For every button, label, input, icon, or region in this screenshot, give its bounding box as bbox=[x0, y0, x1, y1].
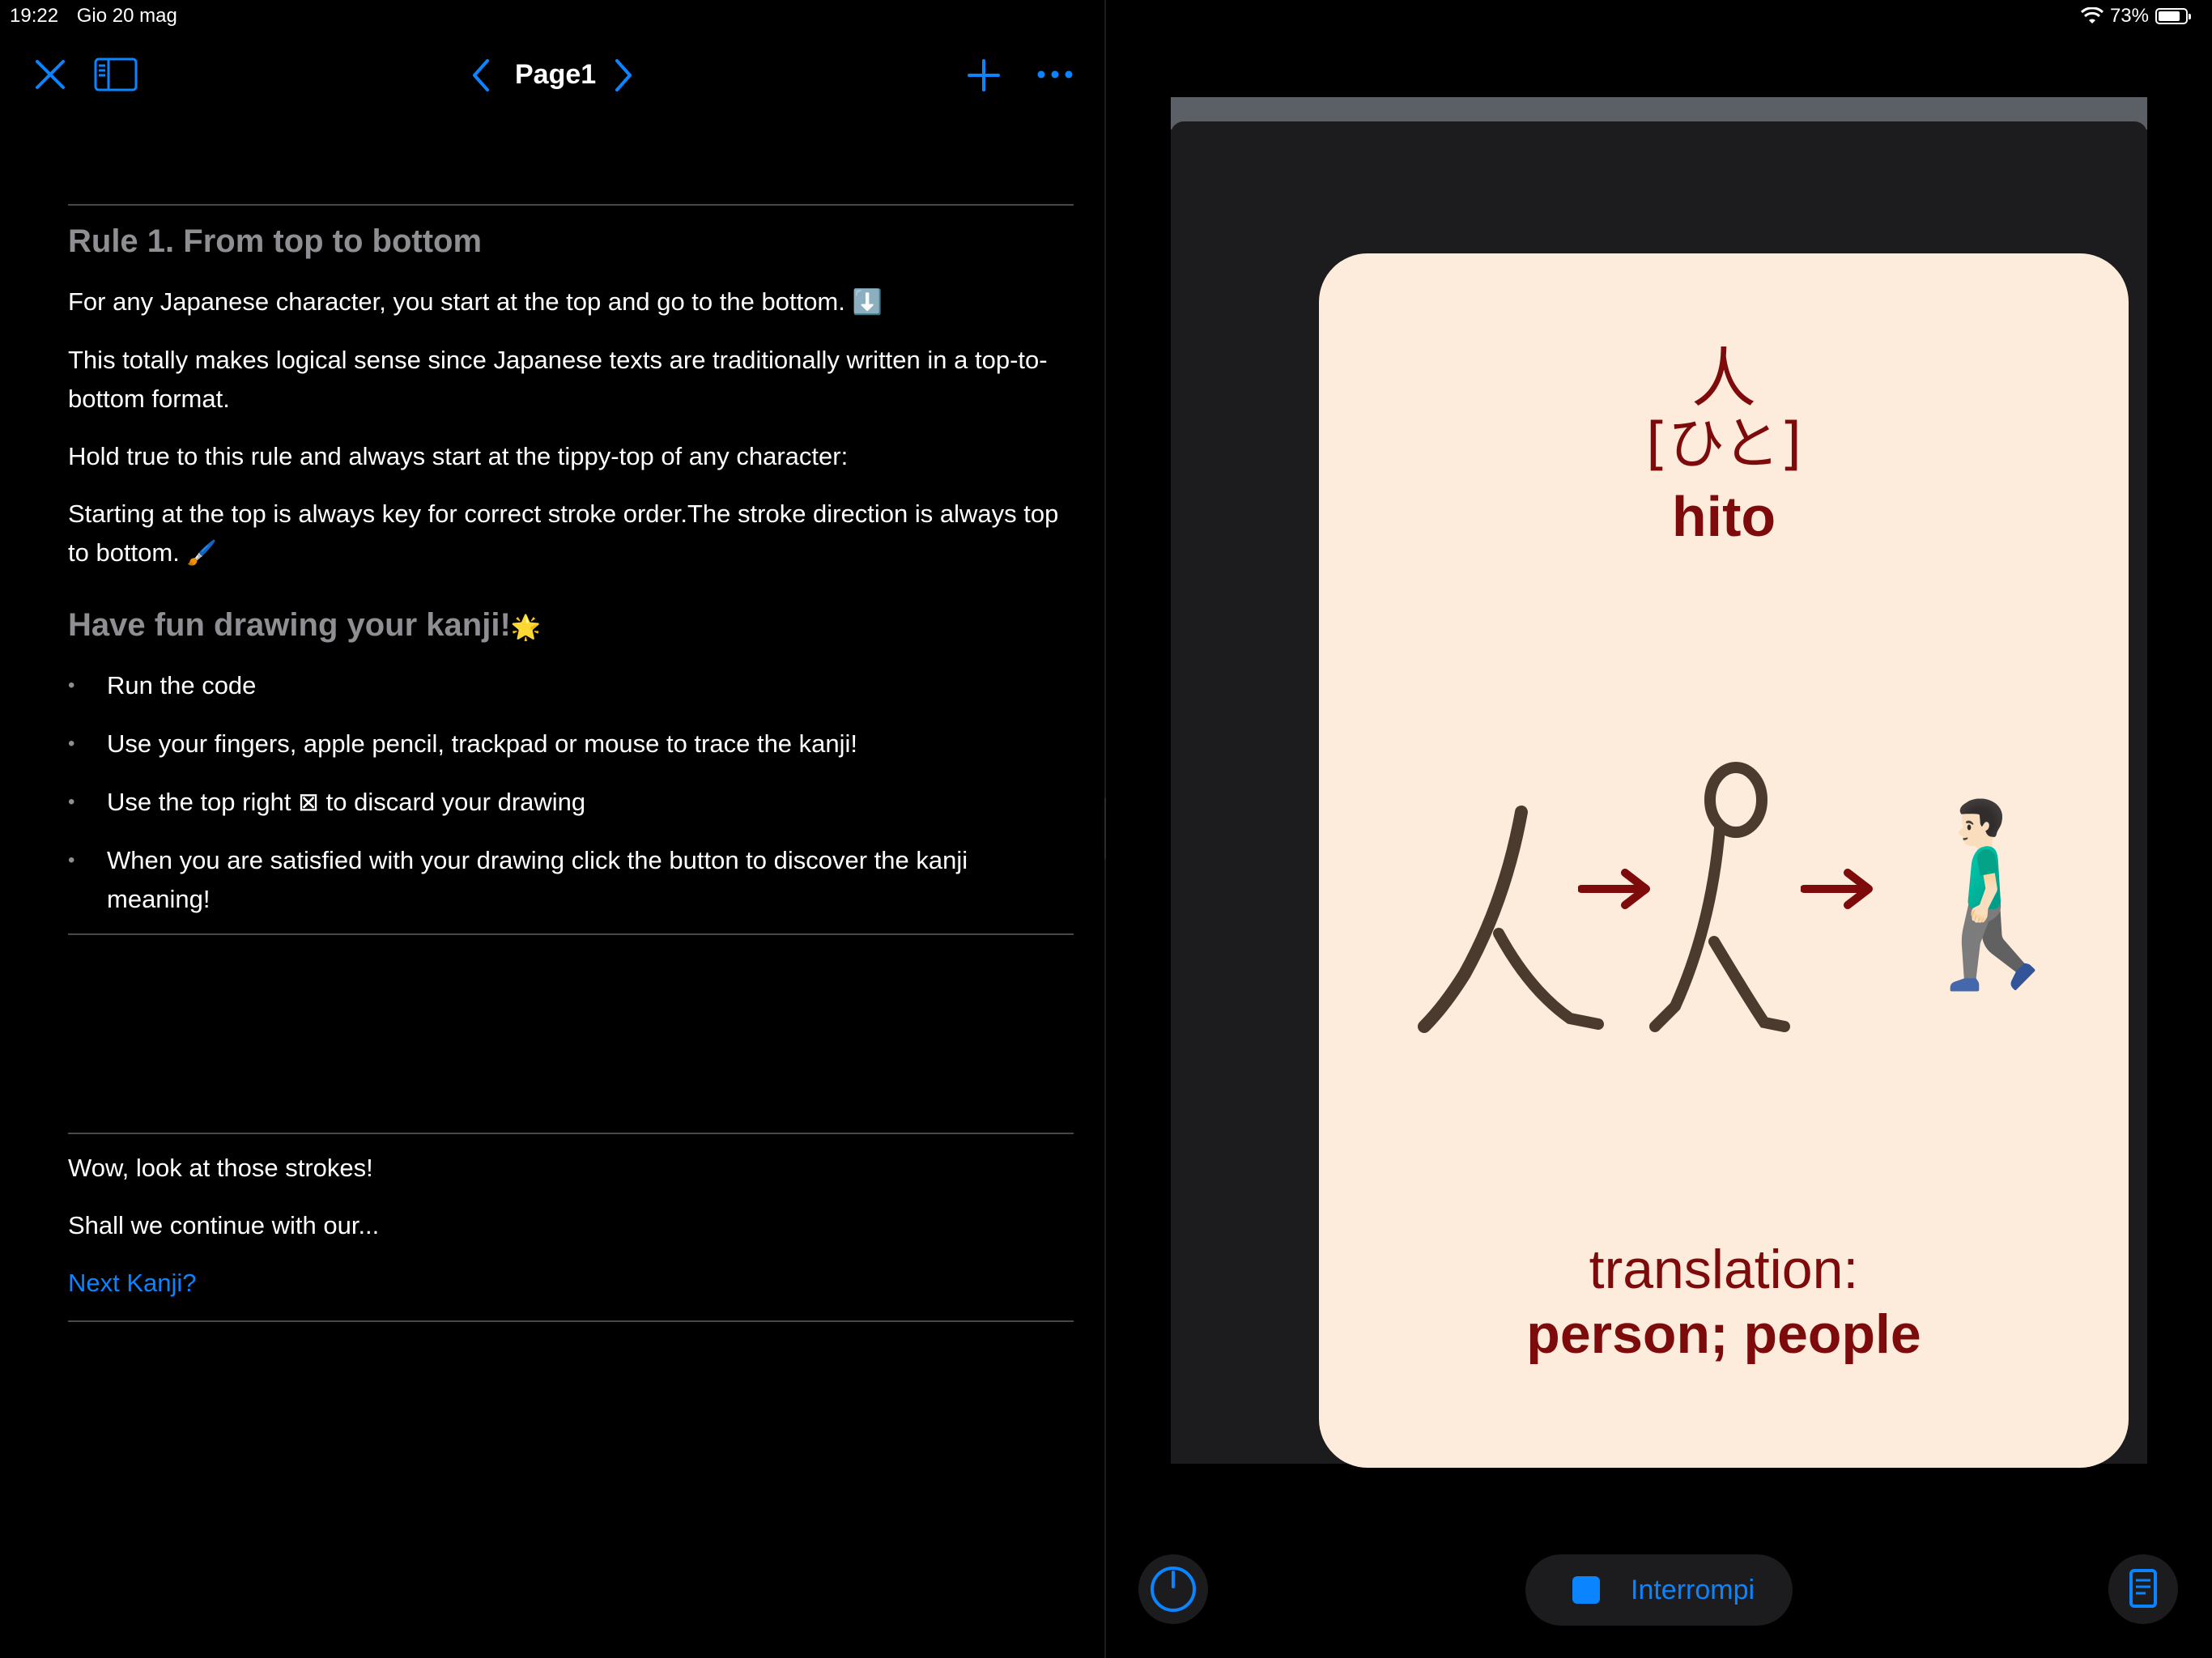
kanji-character: 人 bbox=[1691, 341, 1756, 416]
heading-rule1: Rule 1. From top to bottom bbox=[68, 223, 483, 259]
stick-figure-icon bbox=[1649, 762, 1790, 1032]
divider-rule bbox=[68, 1133, 1074, 1134]
divider-rule bbox=[68, 1320, 1074, 1322]
kanji-reading: [ひと] bbox=[1645, 410, 1802, 477]
outro-1: Wow, look at those strokes! bbox=[68, 1154, 373, 1182]
stop-button-label: Interrompi bbox=[1631, 1574, 1755, 1605]
divider-rule bbox=[68, 204, 1074, 206]
nav-bar: Page1 bbox=[0, 53, 1104, 101]
translation-value: person; people bbox=[1526, 1303, 1921, 1365]
more-icon[interactable] bbox=[1036, 69, 1074, 80]
speedometer-icon bbox=[1151, 1567, 1196, 1612]
kanji-evolution-illustration: 🚶🏻‍♂️ bbox=[1408, 739, 2104, 1063]
status-time: 19:22 bbox=[10, 5, 59, 27]
wifi-icon bbox=[2080, 7, 2104, 23]
paragraph-1: For any Japanese character, you start at… bbox=[68, 283, 1074, 322]
battery-icon bbox=[2155, 8, 2191, 24]
heading-have-fun-text: Have fun drawing your kanji! bbox=[68, 607, 511, 643]
down-arrow-emoji-icon: ⬇️ bbox=[852, 289, 883, 316]
paragraph-2: This totally makes logical sense since J… bbox=[68, 346, 1048, 413]
translation-label: translation: bbox=[1589, 1239, 1859, 1300]
paragraph-4: Starting at the top is always key for co… bbox=[68, 495, 1074, 573]
speed-button[interactable] bbox=[1138, 1554, 1208, 1624]
list-item: Use the top right ⊠ to discard your draw… bbox=[68, 783, 1074, 822]
close-icon[interactable] bbox=[32, 57, 68, 92]
walking-person-emoji-icon: 🚶🏻‍♂️ bbox=[1882, 793, 2104, 993]
stop-icon bbox=[1572, 1576, 1600, 1604]
chevron-right-icon[interactable] bbox=[610, 57, 635, 93]
next-kanji-link[interactable]: Next Kanji? bbox=[68, 1264, 1074, 1303]
document-icon bbox=[2129, 1569, 2157, 1608]
stop-button[interactable]: Interrompi bbox=[1525, 1554, 1793, 1626]
arrow-right-icon bbox=[1801, 869, 1873, 909]
document-pane: Page1 Rule 1. From top to bottom For any… bbox=[0, 32, 1104, 1658]
star-emoji-icon: 🌟 bbox=[510, 614, 542, 641]
paragraph-3: Hold true to this rule and always start … bbox=[68, 442, 849, 470]
document-button[interactable] bbox=[2108, 1554, 2178, 1624]
document-content: Rule 1. From top to bottom For any Japan… bbox=[68, 204, 1074, 1322]
kanji-romaji: hito bbox=[1671, 485, 1776, 548]
paragraph-1-text: For any Japanese character, you start at… bbox=[68, 287, 845, 316]
live-view-placeholder bbox=[68, 935, 1074, 1133]
list-item: Use your fingers, apple pencil, trackpad… bbox=[68, 725, 1074, 763]
list-item: When you are satisfied with your drawing… bbox=[68, 841, 1074, 919]
live-view-frame: 人 [ひと] hito 🚶🏻‍♂️ bbox=[1171, 97, 2147, 1468]
add-icon[interactable] bbox=[967, 58, 1001, 92]
page-title[interactable]: Page1 bbox=[515, 59, 596, 91]
instructions-list: Run the code Use your fingers, apple pen… bbox=[68, 666, 1074, 919]
outro-2: Shall we continue with our... bbox=[68, 1211, 380, 1239]
chevron-left-icon[interactable] bbox=[470, 57, 494, 93]
paintbrush-emoji-icon: 🖌️ bbox=[186, 540, 217, 567]
battery-percent: 73% bbox=[2109, 5, 2149, 27]
kanji-card[interactable]: 人 [ひと] hito 🚶🏻‍♂️ bbox=[1319, 253, 2129, 1468]
status-date: Gio 20 mag bbox=[76, 5, 177, 27]
list-item: Run the code bbox=[68, 666, 1074, 705]
sidebar-icon[interactable] bbox=[94, 57, 138, 91]
live-view-pane: 人 [ひと] hito 🚶🏻‍♂️ bbox=[1106, 32, 2212, 1658]
status-bar: 19:22 Gio 20 mag 73% bbox=[0, 0, 2212, 32]
heading-have-fun: Have fun drawing your kanji!🌟 bbox=[68, 607, 1074, 644]
